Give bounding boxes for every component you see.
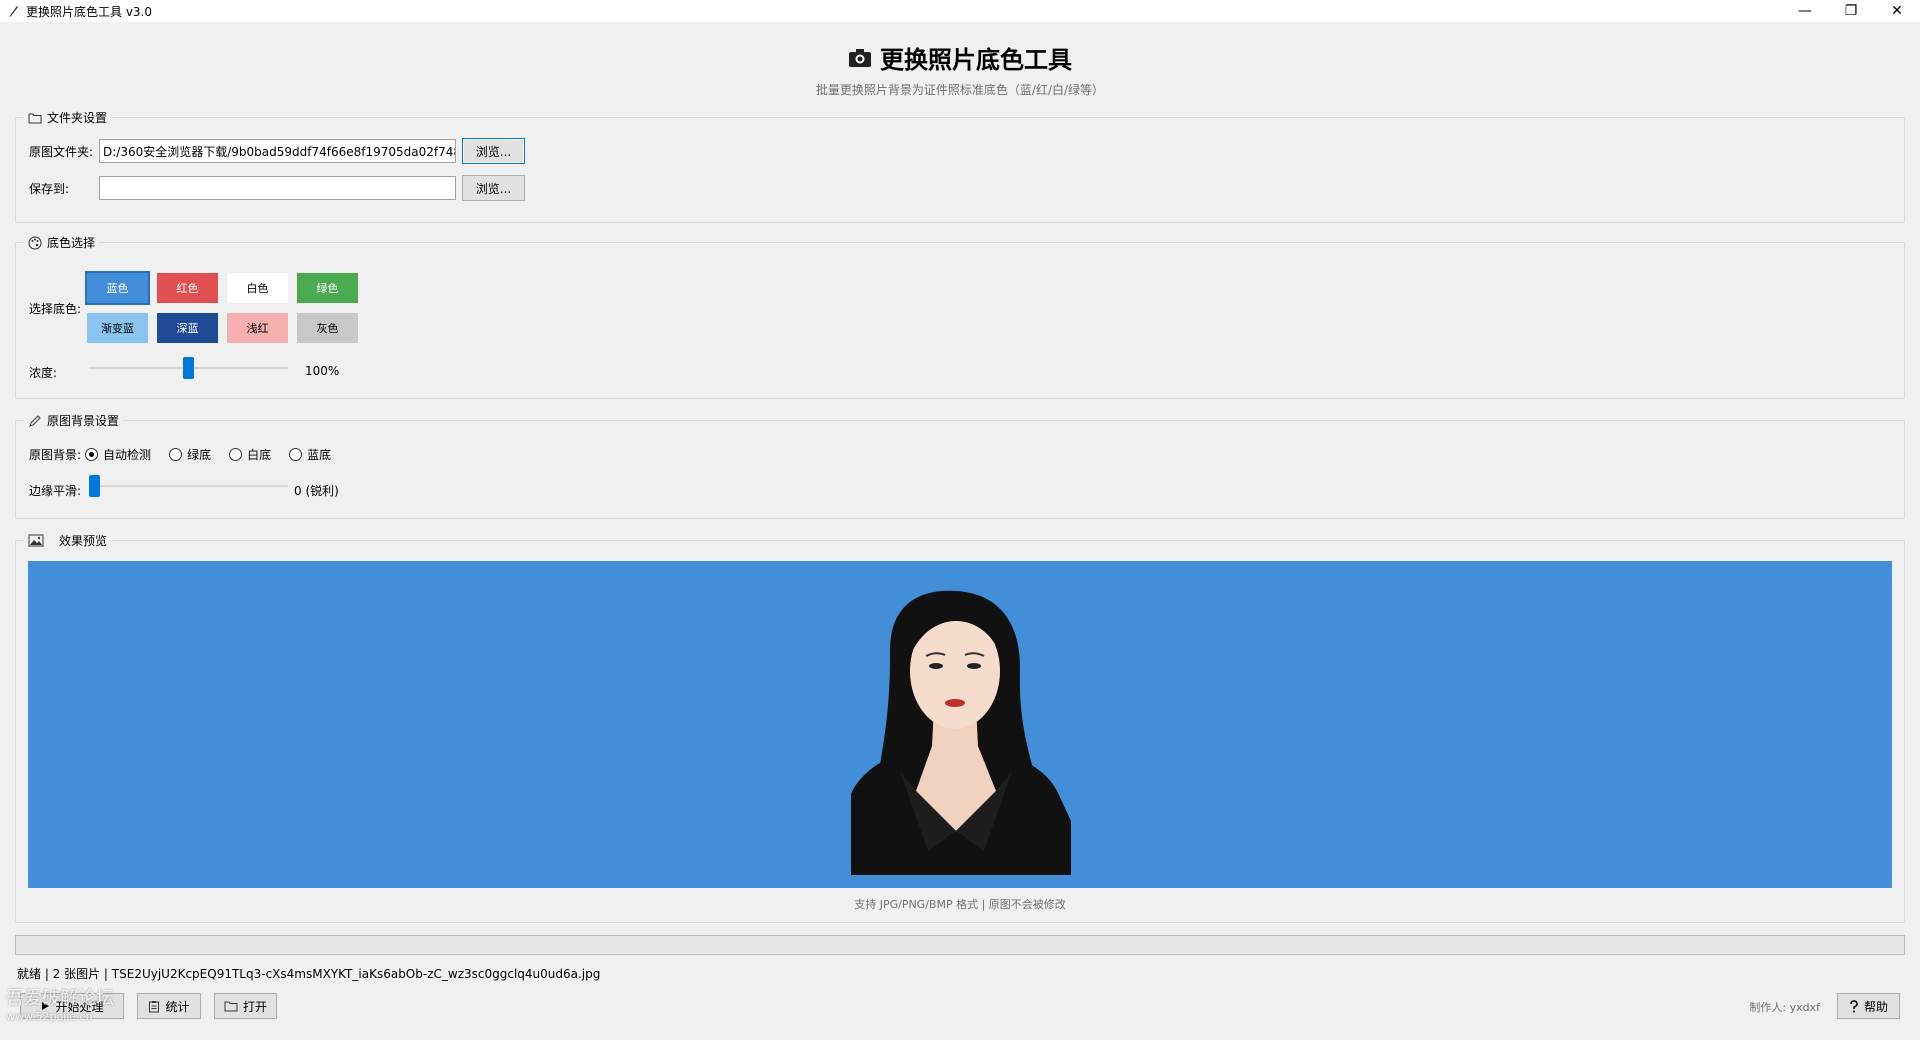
color-swatch-5[interactable]: 深蓝	[157, 313, 218, 343]
app-title: 更换照片底色工具	[848, 40, 1072, 75]
save-folder-label: 保存到:	[29, 181, 70, 196]
edge-smooth-label: 边缘平滑:	[29, 484, 82, 498]
author-label: 制作人: yxdxf	[1749, 1001, 1820, 1014]
edge-smooth-slider[interactable]	[89, 475, 288, 497]
radio-blue-bg[interactable]: 蓝底	[289, 446, 331, 463]
radio-white-bg[interactable]: 白底	[229, 446, 271, 463]
edge-smooth-slider-track	[89, 485, 288, 487]
palette-icon	[28, 236, 42, 249]
image-icon	[28, 534, 44, 547]
radio-dot[interactable]	[289, 448, 303, 461]
camera-icon	[849, 48, 871, 67]
folder-icon	[28, 113, 42, 123]
save-folder-input[interactable]	[99, 176, 456, 200]
preview-image-area	[28, 561, 1892, 888]
color-selection-legend: 底色选择	[24, 234, 100, 251]
watermark: 吾爱破解论坛 www.52pojie.cn	[6, 988, 114, 1024]
radio-dot[interactable]	[85, 448, 99, 461]
browse-save-button[interactable]: 浏览...	[462, 175, 525, 201]
color-swatch-3[interactable]: 绿色	[297, 273, 358, 303]
folder-settings-group: 文件夹设置 原图文件夹: D:/360安全浏览器下载/9b0bad59ddf74…	[15, 109, 1905, 223]
statistics-button[interactable]: 统计	[137, 993, 201, 1019]
question-icon	[1850, 999, 1858, 1012]
progress-bar	[15, 935, 1905, 955]
color-swatch-0[interactable]: 蓝色	[85, 271, 150, 305]
radio-dot[interactable]	[229, 448, 243, 461]
color-swatch-1[interactable]: 红色	[157, 273, 218, 303]
color-swatch-4[interactable]: 渐变蓝	[87, 313, 148, 343]
preview-legend: 效果预览	[24, 532, 112, 549]
window-title: 更换照片底色工具 v3.0	[26, 4, 153, 19]
original-background-legend: 原图背景设置	[24, 412, 124, 429]
color-swatch-6[interactable]: 浅红	[227, 313, 288, 343]
open-folder-button[interactable]: 打开	[214, 993, 277, 1019]
density-slider-thumb[interactable]	[183, 357, 194, 379]
feather-icon	[9, 6, 18, 17]
portrait-photo	[851, 590, 1071, 875]
edge-smooth-value: 0 (锐利)	[294, 484, 339, 498]
radio-dot[interactable]	[169, 448, 183, 461]
pencil-icon	[29, 414, 41, 427]
radio-auto-detect[interactable]: 自动检测	[85, 446, 151, 463]
app-header: 更换照片底色工具 批量更换照片背景为证件照标准底色（蓝/红/白/绿等）	[0, 40, 1920, 98]
app-subtitle: 批量更换照片背景为证件照标准底色（蓝/红/白/绿等）	[815, 83, 1105, 97]
preview-group: 效果预览 支持 JPG/PNG/BMP 格式 | 原图不会被修改	[15, 532, 1905, 923]
app-title-text: 更换照片底色工具	[880, 46, 1072, 74]
close-button[interactable]: ✕	[1874, 0, 1920, 22]
minimize-button[interactable]: —	[1782, 0, 1828, 22]
color-swatch-7[interactable]: 灰色	[297, 313, 358, 343]
help-button[interactable]: 帮助	[1837, 993, 1900, 1019]
folder-icon	[224, 1001, 238, 1012]
original-background-group: 原图背景设置 原图背景: 自动检测 绿底 白底 蓝底 边缘平滑: 0 (锐利)	[15, 412, 1905, 519]
color-selection-group: 底色选择 选择底色: 蓝色 红色 白色 绿色渐变蓝 深蓝 浅红 灰色 浓度: 100%	[15, 234, 1905, 399]
source-folder-label: 原图文件夹:	[29, 144, 94, 159]
restore-button[interactable]: ❐	[1828, 0, 1874, 22]
select-color-label: 选择底色:	[29, 302, 82, 316]
clipboard-icon	[149, 1000, 160, 1012]
title-bar: 更换照片底色工具 v3.0 — ❐ ✕	[0, 0, 1920, 22]
density-slider[interactable]	[89, 357, 288, 379]
background-radio-group: 原图背景: 自动检测 绿底 白底 蓝底	[29, 446, 349, 463]
density-value: 100%	[305, 364, 340, 378]
radio-green-bg[interactable]: 绿底	[169, 446, 211, 463]
folder-settings-legend: 文件夹设置	[24, 109, 112, 126]
format-note: 支持 JPG/PNG/BMP 格式 | 原图不会被修改	[854, 898, 1066, 911]
status-text: 就绪 | 2 张图片 | TSE2UyjU2KcpEQ91TLq3-cXs4ms…	[17, 967, 601, 981]
browse-source-button[interactable]: 浏览...	[462, 138, 525, 164]
color-swatch-2[interactable]: 白色	[227, 273, 288, 303]
edge-smooth-slider-thumb[interactable]	[89, 475, 100, 497]
original-background-label: 原图背景:	[29, 448, 82, 462]
source-folder-input[interactable]: D:/360安全浏览器下载/9b0bad59ddf74f66e8f19705da…	[99, 139, 456, 163]
density-label: 浓度:	[29, 366, 58, 380]
